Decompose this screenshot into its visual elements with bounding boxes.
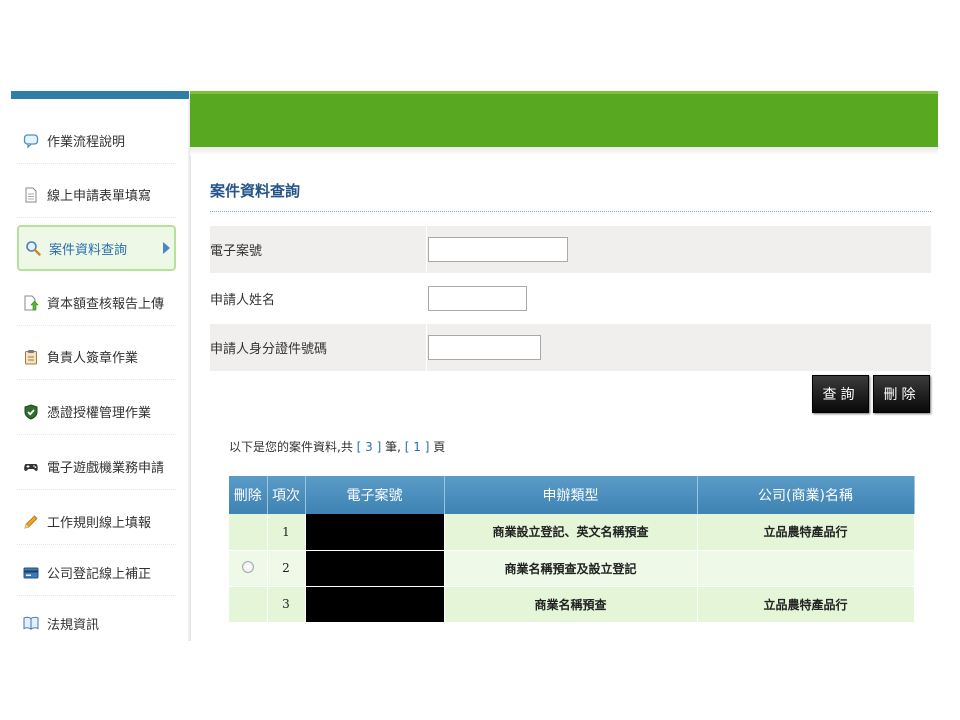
sidebar-divider [188, 99, 191, 641]
pencil-icon [23, 514, 39, 530]
header-index: 項次 [267, 476, 306, 514]
delete-button[interactable]: 刪除 [873, 375, 930, 413]
sidebar-item-company-correction[interactable]: 公司登記線上補正 [17, 550, 176, 596]
header-delete: 刪除 [229, 476, 268, 514]
case-no-cell-redacted [305, 586, 445, 623]
sidebar-item-label: 資本額查核報告上傳 [47, 297, 165, 312]
table-row: 1 商業設立登記、英文名稱預查 立品農特產品行 [229, 514, 915, 551]
clipboard-icon [23, 349, 39, 365]
card-icon [23, 565, 39, 581]
gamepad-icon [23, 459, 39, 475]
sidebar-item-label: 憑證授權管理作業 [47, 406, 152, 421]
sidebar-item-label: 電子遊戲機業務申請 [47, 461, 165, 476]
chat-bubble-icon [23, 133, 39, 149]
case-no-cell-redacted [305, 514, 445, 551]
sidebar-item-work-rules[interactable]: 工作規則線上填報 [17, 499, 176, 545]
sidebar-item-gaming-application[interactable]: 電子遊戲機業務申請 [17, 444, 176, 490]
summary-suffix: 頁 [433, 440, 446, 454]
type-cell: 商業名稱預查 [444, 586, 698, 623]
sidebar-item-label: 工作規則線上填報 [47, 516, 152, 531]
query-button[interactable]: 查詢 [812, 375, 869, 413]
applicant-id-input[interactable] [428, 335, 541, 360]
sidebar-item-case-query[interactable]: 案件資料查詢 [17, 225, 176, 271]
shield-check-icon [23, 403, 39, 420]
summary-prefix: 以下是您的案件資料,共 [229, 440, 353, 454]
sidebar-item-signature[interactable]: 負責人簽章作業 [17, 334, 176, 380]
index-cell: 3 [267, 586, 306, 623]
sidebar-item-online-form[interactable]: 線上申請表單填寫 [17, 172, 176, 218]
case-table: 刪除 項次 電子案號 申辦類型 公司(商業)名稱 1 商業設立登記、英文名稱預查… [229, 476, 915, 623]
page-title: 案件資料查詢 [210, 182, 301, 200]
table-row: 3 商業名稱預查 立品農特產品行 [229, 586, 915, 623]
upload-document-icon [23, 295, 39, 311]
applicant-name-label: 申請人姓名 [210, 275, 427, 322]
delete-radio[interactable] [241, 560, 254, 573]
document-icon [23, 187, 39, 203]
sidebar-item-certificate-auth[interactable]: 憑證授權管理作業 [17, 389, 176, 435]
header-shadow [190, 147, 938, 155]
form-row-applicant-id: 申請人身分證件號碼 [210, 324, 931, 371]
sidebar-item-label: 線上申請表單填寫 [47, 189, 152, 204]
summary-pages: [ 1 ] [404, 440, 430, 454]
table-row: 2 商業名稱預查及設立登記 [229, 550, 915, 587]
sidebar: 作業流程說明 線上申請表單填寫 案件資料查詢 資本額查核報告上傳 負責人簽章作業… [11, 91, 191, 641]
sidebar-item-regulations[interactable]: 法規資訊 [17, 600, 176, 646]
case-no-label: 電子案號 [210, 226, 427, 273]
sidebar-item-label: 法規資訊 [47, 617, 100, 633]
table-header-row: 刪除 項次 電子案號 申辦類型 公司(商業)名稱 [229, 476, 915, 514]
type-cell: 商業設立登記、英文名稱預查 [444, 514, 698, 551]
arrow-right-icon [163, 242, 170, 254]
sidebar-item-label: 負責人簽章作業 [47, 351, 139, 366]
company-cell: 立品農特產品行 [697, 586, 915, 623]
sidebar-item-capital-report-upload[interactable]: 資本額查核報告上傳 [17, 280, 176, 326]
sidebar-item-label: 作業流程說明 [47, 135, 126, 150]
delete-cell [229, 586, 268, 623]
applicant-id-label: 申請人身分證件號碼 [210, 324, 427, 371]
summary-count: [ 3 ] [356, 440, 382, 454]
title-divider [210, 211, 931, 212]
case-no-input[interactable] [428, 237, 568, 262]
header-banner [190, 91, 938, 147]
delete-cell [229, 514, 268, 551]
form-row-case-no: 電子案號 [210, 226, 931, 273]
form-row-applicant-name: 申請人姓名 [210, 275, 931, 322]
result-summary: 以下是您的案件資料,共 [ 3 ] 筆, [ 1 ] 頁 [229, 438, 445, 455]
sidebar-item-workflow[interactable]: 作業流程說明 [17, 118, 176, 164]
book-icon [23, 615, 39, 631]
header-application-type: 申辦類型 [444, 476, 698, 514]
applicant-name-input[interactable] [428, 286, 527, 311]
company-cell [697, 550, 915, 587]
index-cell: 1 [267, 514, 306, 551]
header-case-no: 電子案號 [305, 476, 445, 514]
case-no-cell-redacted [305, 550, 445, 587]
sidebar-top-bar [11, 91, 189, 99]
index-cell: 2 [267, 550, 306, 587]
company-cell: 立品農特產品行 [697, 514, 915, 551]
header-company-name: 公司(商業)名稱 [697, 476, 915, 514]
magnifier-icon [25, 240, 41, 256]
sidebar-item-label: 公司登記線上補正 [47, 567, 152, 582]
summary-mid: 筆, [385, 440, 401, 454]
sidebar-item-label: 案件資料查詢 [49, 242, 128, 258]
delete-cell [229, 550, 268, 587]
type-cell: 商業名稱預查及設立登記 [444, 550, 698, 587]
